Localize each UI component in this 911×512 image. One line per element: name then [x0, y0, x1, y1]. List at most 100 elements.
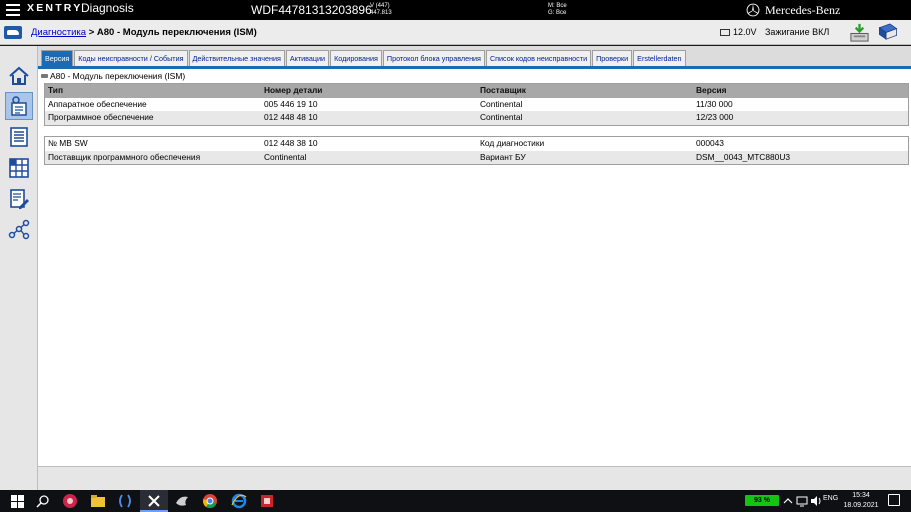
title-bar: XENTRY Diagnosis WDF44781313203896 V (44… — [0, 0, 911, 20]
column-header-supplier: Поставщик — [480, 85, 526, 95]
column-header-type: Тип — [48, 85, 64, 95]
brand-logo: XENTRY — [27, 2, 83, 14]
internet-explorer-icon[interactable] — [231, 493, 247, 509]
table-cell: Код диагностики — [480, 138, 545, 148]
software-info-table: № MB SW 012 448 38 10 Код диагностики 00… — [44, 136, 909, 165]
table-cell: № MB SW — [48, 138, 88, 148]
tab-creator-data[interactable]: Erstellerdaten — [633, 50, 686, 66]
breadcrumb-current: A80 - Модуль переключения (ISM) — [96, 27, 257, 38]
header-toolbar: Диагностика > A80 - Модуль переключения … — [0, 20, 911, 45]
mercedes-star-icon — [746, 3, 760, 17]
tab-control-unit-log[interactable]: Протокол блока управления — [382, 50, 485, 66]
column-header-version: Версия — [696, 85, 727, 95]
voltage-value: 12.0V — [733, 27, 757, 37]
ignition-status: Зажигание ВКЛ — [765, 27, 830, 37]
clock-date: 18.09.2021 — [843, 502, 879, 509]
sidebar-diagnosis-button[interactable] — [5, 92, 33, 120]
table-cell: Поставщик программного обеспечения — [48, 151, 201, 162]
app-flower-icon[interactable] — [62, 493, 78, 509]
app-tool-icon[interactable] — [259, 493, 275, 509]
sidebar-network-button[interactable] — [5, 216, 33, 244]
version-line-2: 447.813 — [370, 10, 392, 16]
app-brackets-icon[interactable] — [117, 493, 133, 509]
table-cell: 12/23 000 — [696, 112, 734, 122]
status-bar — [38, 466, 911, 490]
chrome-icon[interactable] — [202, 493, 218, 509]
table-cell: 005 446 19 10 — [264, 98, 318, 109]
table-row: Поставщик программного обеспечения Conti… — [45, 150, 908, 164]
version-line-1: V (447) — [370, 3, 390, 9]
menu-icon[interactable] — [6, 4, 20, 16]
vin-number: WDF44781313203896 — [251, 3, 372, 17]
breadcrumb: Диагностика > A80 - Модуль переключения … — [31, 27, 257, 38]
xentry-taskbar-button[interactable] — [140, 490, 168, 512]
table-row: Программное обеспечение 012 448 48 10 Co… — [45, 111, 908, 125]
tray-chevron-icon[interactable] — [783, 495, 793, 507]
table-cell: Continental — [264, 151, 307, 162]
left-sidebar — [0, 46, 38, 490]
document-edit-icon — [10, 189, 29, 209]
table-row: № MB SW 012 448 38 10 Код диагностики 00… — [45, 137, 908, 151]
tab-checks[interactable]: Проверки — [592, 50, 633, 66]
sidebar-home-button[interactable] — [5, 62, 33, 90]
notification-center-icon[interactable] — [888, 494, 900, 506]
network-icon — [8, 219, 30, 240]
version-table: Тип Номер детали Поставщик Версия Аппара… — [44, 83, 909, 126]
list-icon — [10, 127, 28, 147]
search-icon[interactable] — [35, 493, 51, 509]
mg-selection: M: Все G: Все — [548, 3, 567, 17]
xentry-app-icon — [148, 495, 160, 507]
network-tray-icon[interactable] — [796, 495, 808, 507]
mercedes-benz-text: Mercedes-Benz — [765, 3, 841, 17]
tab-codings[interactable]: Кодирования — [330, 50, 382, 66]
tab-fault-codes-events[interactable]: Коды неисправности / События — [74, 50, 188, 66]
vehicle-version: V (447) 447.813 — [370, 3, 392, 17]
volume-icon[interactable] — [810, 495, 822, 507]
module-title-text: A80 - Модуль переключения (ISM) — [50, 71, 186, 81]
sidebar-list-button[interactable] — [5, 123, 33, 151]
manual-book-icon[interactable] — [876, 22, 900, 43]
windows-taskbar: 93 % ENG 15:34 18.09.2021 — [0, 490, 911, 512]
module-title: A80 - Модуль переключения (ISM) — [41, 71, 185, 81]
table-cell: Аппаратное обеспечение — [48, 98, 147, 109]
grid-icon — [9, 158, 29, 178]
windows-start-icon[interactable] — [9, 493, 25, 509]
tab-activations[interactable]: Активации — [285, 50, 330, 66]
mg-line-1: M: Все — [548, 3, 567, 9]
table-cell: Continental — [480, 98, 523, 109]
file-explorer-icon[interactable] — [90, 493, 106, 509]
vehicle-icon[interactable] — [4, 26, 22, 39]
mg-line-2: G: Все — [548, 10, 567, 16]
table-cell: 11/30 000 — [696, 98, 733, 109]
table-cell: Вариант БУ — [480, 151, 526, 162]
clock-time: 15:34 — [852, 492, 870, 499]
sidebar-document-button[interactable] — [5, 185, 33, 213]
table-cell: Continental — [480, 112, 523, 122]
app-name: Diagnosis — [81, 1, 134, 15]
tab-version[interactable]: Версия — [41, 50, 74, 66]
version-content: A80 - Модуль переключения (ISM) Тип Номе… — [38, 69, 911, 466]
table-cell: 000043 — [696, 138, 724, 148]
battery-icon — [720, 29, 730, 36]
diagnosis-icon — [11, 96, 27, 116]
tab-fault-code-list[interactable]: Список кодов неисправности — [485, 50, 592, 66]
table-cell: DSM__0043_MTC880U3 — [696, 151, 791, 162]
print-download-icon[interactable] — [849, 22, 870, 43]
table-cell: 012 448 48 10 — [264, 112, 318, 122]
language-indicator[interactable]: ENG — [823, 495, 838, 502]
breadcrumb-link-diagnosis[interactable]: Диагностика — [31, 27, 86, 38]
system-clock[interactable]: 15:34 18.09.2021 — [842, 491, 880, 511]
breadcrumb-separator: > — [86, 27, 97, 38]
main-panel: Версия Коды неисправности / События Дейс… — [38, 46, 911, 490]
home-icon — [9, 66, 29, 85]
table-cell: Программное обеспечение — [48, 112, 154, 122]
tab-actual-values[interactable]: Действительные значения — [188, 50, 285, 66]
tab-bar: Версия Коды неисправности / События Дейс… — [41, 50, 687, 66]
module-icon — [41, 74, 48, 78]
battery-status-badge[interactable]: 93 % — [745, 495, 779, 506]
sidebar-grid-button[interactable] — [5, 154, 33, 182]
table-header-row: Тип Номер детали Поставщик Версия — [45, 84, 908, 98]
app-bird-icon[interactable] — [174, 493, 190, 509]
voltage-indicator: 12.0V — [720, 27, 757, 37]
column-header-part-number: Номер детали — [264, 85, 323, 95]
